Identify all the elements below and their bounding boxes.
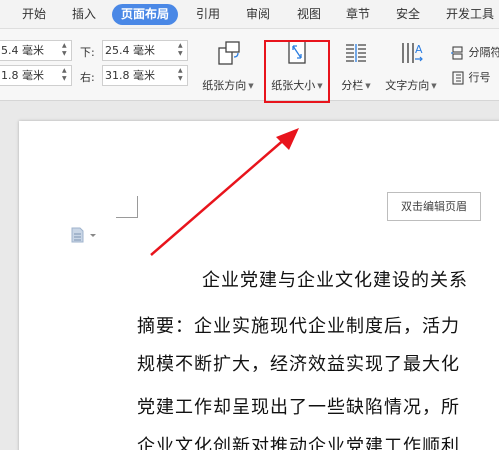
annotation-arrow <box>150 128 299 256</box>
